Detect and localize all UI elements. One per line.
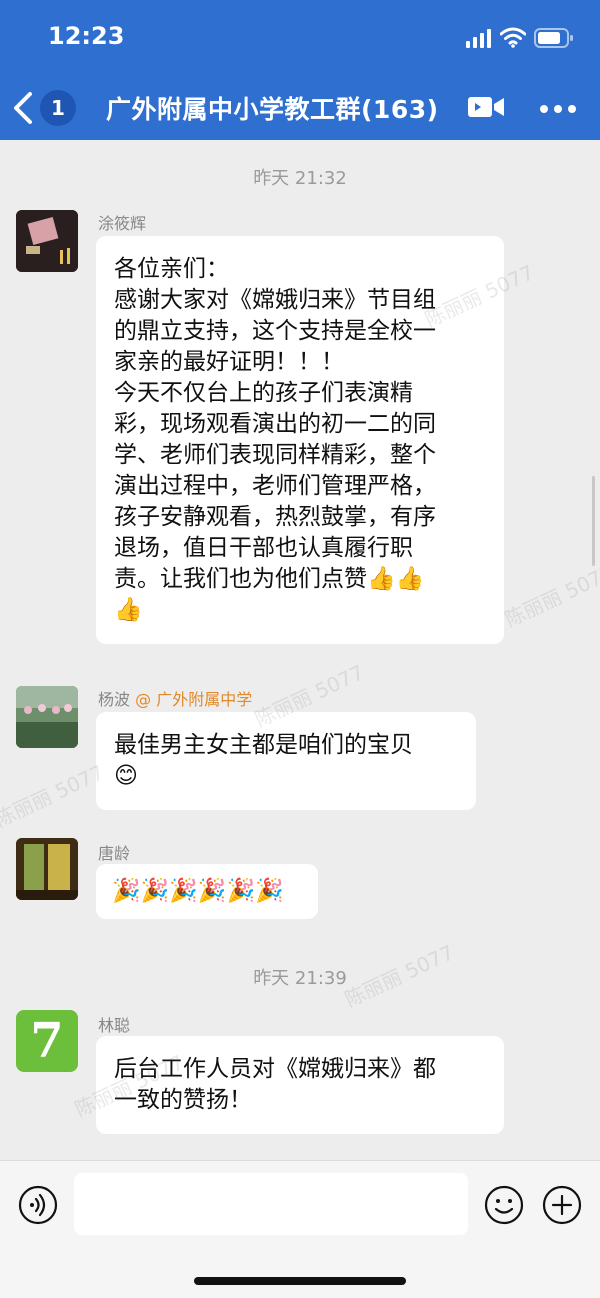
watermark: 陈丽丽 5077: [501, 560, 600, 632]
message-line: 🎉🎉🎉🎉🎉🎉: [112, 878, 284, 904]
input-bar: [0, 1160, 600, 1298]
message-line: 演出过程中，老师们管理严格，: [114, 473, 436, 499]
avatar[interactable]: [16, 686, 78, 748]
sender-name: 林聪: [98, 1016, 131, 1035]
sender-name: 唐龄: [98, 844, 131, 863]
voice-icon[interactable]: [18, 1185, 58, 1225]
avatar-image: [16, 210, 78, 272]
sender-name: 涂筱辉: [98, 214, 147, 233]
scrollbar[interactable]: [592, 476, 595, 566]
message-line: 彩，现场观看演出的初一二的同: [114, 411, 436, 437]
message-bubble[interactable]: 🎉🎉🎉🎉🎉🎉: [96, 864, 318, 919]
message-line: 各位亲们：: [114, 256, 229, 282]
video-call-icon[interactable]: [466, 92, 506, 122]
mention-tag[interactable]: @ 广外附属中学: [135, 690, 252, 709]
message-timestamp: 昨天 21:39: [253, 968, 347, 989]
more-icon[interactable]: [538, 94, 578, 124]
signal-icon: [466, 29, 491, 48]
avatar-image: [16, 686, 78, 748]
wifi-icon: [500, 27, 526, 48]
chat-area[interactable]: 昨天 21:32 涂筱辉 各位亲们： 感谢大家对《嫦娥归来》节目组 的鼎立支持，…: [0, 140, 600, 1160]
chat-title: 广外附属中小学教工群(163): [106, 95, 439, 124]
avatar-image: [16, 838, 78, 900]
battery-icon: [534, 28, 573, 48]
message-line: 😊: [114, 763, 138, 789]
message-line: 孩子安静观看，热烈鼓掌，有序: [114, 504, 436, 530]
status-bar: 12:23: [0, 0, 600, 76]
message-line: 退场，值日干部也认真履行职: [114, 535, 413, 561]
message-line: 今天不仅台上的孩子们表演精: [114, 380, 413, 406]
watermark: 陈丽丽 5077: [0, 760, 108, 832]
message-line: 一致的赞扬！: [114, 1087, 252, 1113]
status-time: 12:23: [48, 22, 125, 50]
home-indicator[interactable]: [194, 1277, 406, 1285]
message-line: 最佳男主女主都是咱们的宝贝: [114, 732, 413, 758]
message-timestamp: 昨天 21:32: [253, 168, 347, 189]
message-line: 责。让我们也为他们点赞👍👍: [114, 566, 425, 592]
avatar[interactable]: [16, 838, 78, 900]
unread-badge[interactable]: 1: [40, 90, 76, 126]
header-bar: 12:23 1 广外附属中小学教工群(163): [0, 0, 600, 140]
sender-name-text: 杨波: [98, 690, 131, 709]
message-input[interactable]: [74, 1173, 468, 1235]
avatar[interactable]: 7: [16, 1010, 78, 1072]
message-line: 学、老师们表现同样精彩，整个: [114, 442, 436, 468]
back-arrow-icon[interactable]: [8, 90, 38, 126]
emoji-icon[interactable]: [484, 1185, 524, 1225]
sender-name: 杨波 @ 广外附属中学: [98, 686, 252, 710]
avatar-label: 7: [30, 1013, 64, 1069]
plus-icon[interactable]: [542, 1185, 582, 1225]
avatar[interactable]: [16, 210, 78, 272]
message-line: 家亲的最好证明！！！: [114, 349, 344, 375]
message-bubble[interactable]: 最佳男主女主都是咱们的宝贝 😊: [96, 712, 476, 810]
message-line: 👍: [114, 597, 143, 623]
navigation-bar: 1 广外附属中小学教工群(163): [0, 78, 600, 138]
